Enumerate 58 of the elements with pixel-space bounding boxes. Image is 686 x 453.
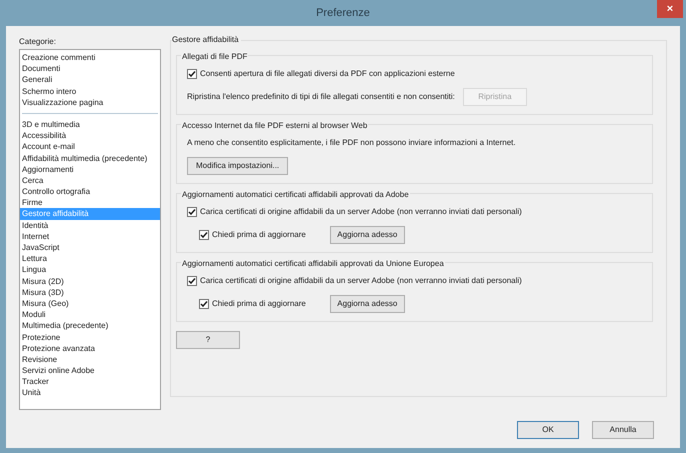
category-item[interactable]: Creazione commenti bbox=[20, 52, 160, 64]
checkbox[interactable] bbox=[187, 207, 197, 217]
category-item[interactable]: Controllo ortografia bbox=[20, 186, 160, 198]
section-title: Allegati di file PDF bbox=[181, 51, 248, 63]
categories-label: Categorie: bbox=[19, 36, 57, 48]
category-item[interactable]: Tracker bbox=[20, 376, 160, 388]
checkbox[interactable] bbox=[199, 299, 209, 309]
category-item[interactable]: Visualizzazione pagina bbox=[20, 96, 160, 108]
checkbox[interactable] bbox=[187, 69, 197, 79]
button[interactable]: ? bbox=[176, 331, 240, 349]
description-text: A meno che consentito esplicitamente, i file PDF non possono inviare informazioni a Internet. bbox=[187, 138, 516, 147]
category-item[interactable]: Accessibilità bbox=[20, 130, 160, 142]
category-item[interactable]: Lettura bbox=[20, 253, 160, 264]
button[interactable]: Modifica impostazioni... bbox=[187, 157, 288, 175]
close-button[interactable]: × bbox=[657, 0, 683, 18]
description-text: Ripristina l'elenco predefinito di tipi di file allegati consentiti e non consentiti: bbox=[187, 91, 455, 103]
category-item[interactable]: 3D e multimedia bbox=[20, 118, 160, 130]
category-item[interactable]: Servizi online Adobe bbox=[20, 365, 160, 376]
section-title: Aggiornamenti automatici certificati affidabili approvati da Adobe bbox=[181, 189, 410, 201]
category-item[interactable]: Revisione bbox=[20, 354, 160, 366]
checkbox[interactable] bbox=[187, 276, 197, 286]
category-item[interactable]: JavaScript bbox=[20, 242, 160, 254]
checkmark-icon bbox=[188, 277, 196, 285]
checkmark-icon bbox=[200, 300, 208, 308]
category-item[interactable]: Affidabilità multimedia (precedente) bbox=[20, 152, 160, 164]
checkmark-icon bbox=[200, 231, 208, 239]
category-item[interactable]: Documenti bbox=[20, 63, 160, 74]
category-item[interactable]: Identità bbox=[20, 220, 160, 231]
category-item[interactable]: Protezione avanzata bbox=[20, 342, 160, 354]
category-item[interactable]: Multimedia (precedente) bbox=[20, 320, 160, 332]
category-item[interactable]: Schermo intero bbox=[20, 86, 160, 97]
checkbox-label: Carica certificati di origine affidabili da un server Adobe (non verranno inviati dati personali) bbox=[200, 275, 522, 287]
category-item[interactable]: Moduli bbox=[20, 309, 160, 320]
category-item[interactable]: Misura (2D) bbox=[20, 276, 160, 287]
category-item[interactable]: Misura (Geo) bbox=[20, 298, 160, 310]
button[interactable]: Aggiorna adesso bbox=[330, 295, 405, 313]
checkbox-label: Chiedi prima di aggiornare bbox=[212, 229, 306, 241]
category-item[interactable]: Misura (3D) bbox=[20, 286, 160, 298]
button[interactable]: Aggiorna adesso bbox=[330, 226, 405, 244]
checkmark-icon bbox=[188, 70, 196, 78]
checkbox[interactable] bbox=[199, 230, 209, 240]
category-item[interactable]: Account e-mail bbox=[20, 141, 160, 152]
checkbox-label: Chiedi prima di aggiornare bbox=[212, 298, 306, 310]
button[interactable]: Annulla bbox=[592, 421, 654, 439]
category-item[interactable]: Internet bbox=[20, 230, 160, 242]
category-item[interactable]: Firme bbox=[20, 197, 160, 208]
category-item[interactable]: Protezione bbox=[20, 332, 160, 343]
button[interactable]: OK bbox=[517, 421, 579, 439]
section-title: Aggiornamenti automatici certificati affidabili approvati da Unione Europea bbox=[181, 258, 445, 270]
category-item[interactable]: Cerca bbox=[20, 174, 160, 186]
category-item[interactable]: Lingua bbox=[20, 264, 160, 276]
checkbox-label: Carica certificati di origine affidabili da un server Adobe (non verranno inviati dati personali) bbox=[200, 206, 522, 218]
checkbox-label: Consenti apertura di file allegati diversi da PDF con applicazioni esterne bbox=[200, 68, 455, 80]
category-item[interactable]: Aggiornamenti bbox=[20, 164, 160, 175]
window-title: Preferenze bbox=[316, 6, 370, 21]
category-item[interactable]: Generali bbox=[20, 74, 160, 86]
category-item[interactable]: Unità bbox=[20, 387, 160, 399]
checkmark-icon bbox=[188, 208, 196, 216]
